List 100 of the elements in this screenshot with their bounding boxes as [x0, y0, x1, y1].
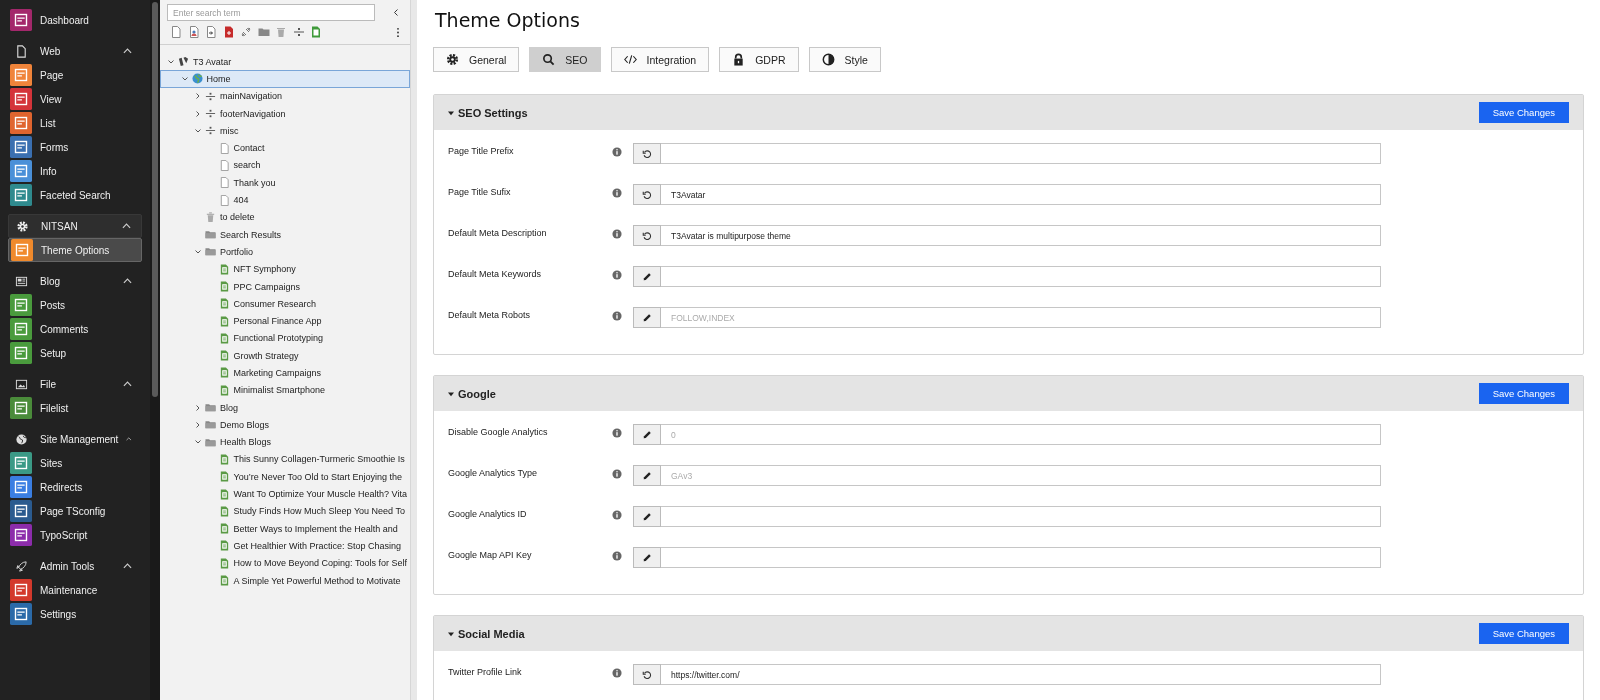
info-icon[interactable]: [612, 311, 622, 321]
tree-item[interactable]: Portfolio: [160, 243, 410, 261]
link-icon[interactable]: [240, 26, 252, 38]
save-changes-button[interactable]: Save Changes: [1478, 383, 1569, 404]
tab[interactable]: GDPR: [719, 47, 799, 72]
module-item[interactable]: Posts: [8, 293, 142, 317]
module-item[interactable]: List: [8, 111, 142, 135]
chevron-right-icon[interactable]: [194, 403, 202, 412]
text-field[interactable]: [661, 506, 1381, 527]
info-icon[interactable]: [612, 147, 622, 157]
edit-button[interactable]: [633, 465, 661, 486]
module-item[interactable]: Info: [8, 159, 142, 183]
module-item[interactable]: Filelist: [8, 396, 142, 420]
module-item[interactable]: Page TSconfig: [8, 499, 142, 523]
tab[interactable]: Integration: [610, 47, 710, 72]
chevron-right-icon[interactable]: [194, 109, 202, 118]
chevron-down-icon[interactable]: [194, 126, 202, 135]
info-icon[interactable]: [612, 469, 622, 479]
module-item[interactable]: Settings: [8, 602, 142, 626]
edit-button[interactable]: [633, 506, 661, 527]
text-field[interactable]: [661, 143, 1381, 164]
text-field[interactable]: T3Avatar is multipurpose theme: [661, 225, 1381, 246]
content-icon[interactable]: [310, 26, 322, 38]
search-field[interactable]: Enter search term: [167, 4, 375, 21]
module-item[interactable]: Maintenance: [8, 578, 142, 602]
caret-down-icon[interactable]: [448, 109, 454, 116]
module-item[interactable]: Page: [8, 63, 142, 87]
module-group-header[interactable]: NITSAN: [8, 214, 142, 238]
tree-item[interactable]: You’re Never Too Old to Start Enjoying the: [160, 468, 410, 486]
tab[interactable]: SEO: [529, 47, 601, 72]
chevron-up-icon[interactable]: [123, 278, 132, 284]
tree-item[interactable]: to delete: [160, 208, 410, 226]
tree-item[interactable]: Personal Finance App: [160, 312, 410, 330]
folder-icon[interactable]: [257, 26, 270, 38]
module-item[interactable]: Faceted Search: [8, 183, 142, 207]
tree-item[interactable]: Growth Strategy: [160, 347, 410, 365]
module-item[interactable]: Comments: [8, 317, 142, 341]
tree-item[interactable]: Get Healthier With Practice: Stop Chasing: [160, 537, 410, 555]
chevron-up-icon[interactable]: [123, 48, 132, 54]
chevron-up-icon[interactable]: [123, 381, 132, 387]
module-group-header[interactable]: File: [8, 372, 142, 396]
reset-button[interactable]: [633, 184, 661, 205]
info-icon[interactable]: [612, 270, 622, 280]
tree-item[interactable]: Study Finds How Much Sleep You Need To: [160, 502, 410, 520]
save-changes-button[interactable]: Save Changes: [1478, 623, 1569, 644]
module-group-header[interactable]: Admin Tools: [8, 554, 142, 578]
edit-button[interactable]: [633, 547, 661, 568]
info-icon[interactable]: [612, 188, 622, 198]
scrollbar-thumb[interactable]: [152, 2, 158, 397]
tree-item[interactable]: 404: [160, 191, 410, 209]
text-field[interactable]: GAv3: [661, 465, 1381, 486]
page-plus-icon[interactable]: [222, 26, 235, 38]
tree-item[interactable]: mainNavigation: [160, 87, 410, 105]
tree-item[interactable]: Demo Blogs: [160, 416, 410, 434]
text-field[interactable]: [661, 266, 1381, 287]
chevron-up-icon[interactable]: [126, 436, 132, 442]
tree-item[interactable]: Consumer Research: [160, 295, 410, 313]
tree-item[interactable]: Marketing Campaigns: [160, 364, 410, 382]
info-icon[interactable]: [612, 510, 622, 520]
more-icon[interactable]: [396, 26, 400, 38]
caret-down-icon[interactable]: [448, 390, 454, 397]
module-item[interactable]: Redirects: [8, 475, 142, 499]
tree-item[interactable]: misc: [160, 122, 410, 140]
module-item[interactable]: View: [8, 87, 142, 111]
chevron-down-icon[interactable]: [180, 74, 189, 83]
chevron-down-icon[interactable]: [194, 247, 202, 256]
tab[interactable]: Style: [808, 47, 881, 72]
module-item[interactable]: Dashboard: [8, 8, 142, 32]
page-arrow-icon[interactable]: [205, 26, 217, 38]
chevron-right-icon[interactable]: [194, 420, 202, 429]
tree-item[interactable]: NFT Symphony: [160, 260, 410, 278]
info-icon[interactable]: [612, 551, 622, 561]
tree-item[interactable]: Blog: [160, 398, 410, 417]
module-item[interactable]: Sites: [8, 451, 142, 475]
save-changes-button[interactable]: Save Changes: [1478, 102, 1569, 123]
module-group-header[interactable]: Blog: [8, 269, 142, 293]
tree-item[interactable]: How to Move Beyond Coping: Tools for Self: [160, 554, 410, 572]
tree-item[interactable]: Better Ways to Implement the Health and: [160, 520, 410, 538]
tree-item[interactable]: This Sunny Collagen-Turmeric Smoothie Is: [160, 450, 410, 469]
tree-item[interactable]: PPC Campaigns: [160, 277, 410, 296]
tree-item[interactable]: Health Blogs: [160, 433, 410, 451]
chevron-down-icon[interactable]: [167, 57, 175, 66]
tree-item[interactable]: search: [160, 156, 410, 175]
tree-item[interactable]: Thank you: [160, 174, 410, 192]
tab[interactable]: General: [433, 47, 520, 72]
text-field[interactable]: T3Avatar: [661, 184, 1381, 205]
tree-item[interactable]: Contact: [160, 139, 410, 157]
edit-button[interactable]: [633, 307, 661, 328]
module-item[interactable]: TypoScript: [8, 523, 142, 547]
tree-item[interactable]: Want To Optimize Your Muscle Health? Vita: [160, 485, 410, 503]
page-user-icon[interactable]: [187, 26, 200, 38]
tree-item[interactable]: footerNavigation: [160, 104, 410, 123]
tree-item[interactable]: Home: [160, 70, 410, 88]
reset-button[interactable]: [633, 143, 661, 164]
info-icon[interactable]: [612, 668, 622, 678]
module-group-header[interactable]: Web: [8, 39, 142, 63]
caret-down-icon[interactable]: [448, 630, 454, 637]
text-field[interactable]: 0: [661, 424, 1381, 445]
edit-button[interactable]: [633, 424, 661, 445]
tree-item[interactable]: A Simple Yet Powerful Method to Motivate: [160, 571, 410, 590]
